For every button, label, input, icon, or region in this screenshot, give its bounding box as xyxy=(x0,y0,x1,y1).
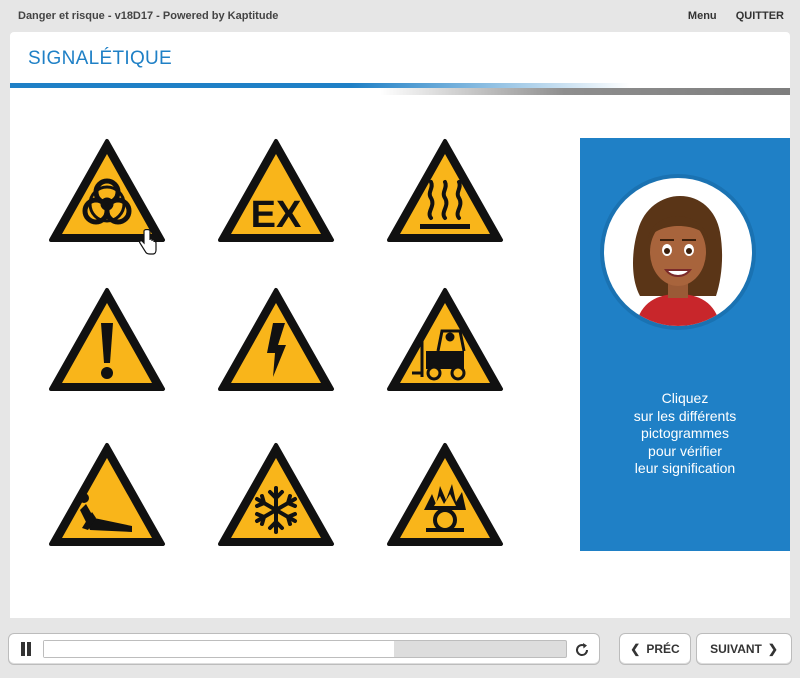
instruction-text: Cliquez sur les différents pictogrammes … xyxy=(580,390,790,478)
sign-asphyxiation[interactable] xyxy=(46,440,168,552)
instruction-line: Cliquez xyxy=(661,390,709,406)
progress-fill xyxy=(44,641,394,657)
title-underline-grey xyxy=(380,88,790,95)
sign-general-danger[interactable] xyxy=(46,285,168,397)
quit-link[interactable]: QUITTER xyxy=(736,10,784,22)
sign-hot-surface[interactable] xyxy=(384,136,506,248)
instruction-line: pour vérifier xyxy=(648,442,722,459)
instruction-line: leur signification xyxy=(634,460,736,476)
pause-button[interactable] xyxy=(19,642,33,656)
page-title: SIGNALÉTIQUE xyxy=(28,48,173,69)
app-title: Danger et risque - v18D17 - Powered by K… xyxy=(18,10,279,22)
sign-electrical-danger[interactable] xyxy=(215,285,337,397)
media-player xyxy=(8,633,600,665)
chevron-right-icon: ❯ xyxy=(767,642,778,656)
top-links: Menu QUITTER xyxy=(672,10,784,22)
sign-low-temperature[interactable] xyxy=(215,440,337,552)
character-avatar-icon xyxy=(633,196,723,326)
content-stage: SIGNALÉTIQUE EX Cliquez sur les différen… xyxy=(10,32,790,618)
sign-explosive-atmosphere[interactable]: EX xyxy=(215,136,337,248)
hand-cursor-icon xyxy=(139,229,157,255)
ex-symbol: EX xyxy=(251,194,302,236)
prev-button[interactable]: ❮ PRÉC xyxy=(619,633,691,665)
instruction-line: pictogrammes xyxy=(641,425,729,441)
instruction-line: sur les différents xyxy=(633,407,737,424)
next-button[interactable]: SUIVANT ❯ xyxy=(696,633,792,665)
avatar xyxy=(604,178,752,326)
prev-label: PRÉC xyxy=(646,642,680,656)
chevron-left-icon: ❮ xyxy=(630,642,641,656)
sign-oxidizer[interactable] xyxy=(384,440,506,552)
sign-forklift[interactable] xyxy=(384,285,506,397)
progress-bar[interactable] xyxy=(43,640,567,658)
menu-link[interactable]: Menu xyxy=(688,10,717,22)
instruction-panel: Cliquez sur les différents pictogrammes … xyxy=(580,138,790,551)
replay-icon[interactable] xyxy=(573,641,591,659)
top-bar: Danger et risque - v18D17 - Powered by K… xyxy=(0,0,800,32)
next-label: SUIVANT xyxy=(710,642,762,656)
